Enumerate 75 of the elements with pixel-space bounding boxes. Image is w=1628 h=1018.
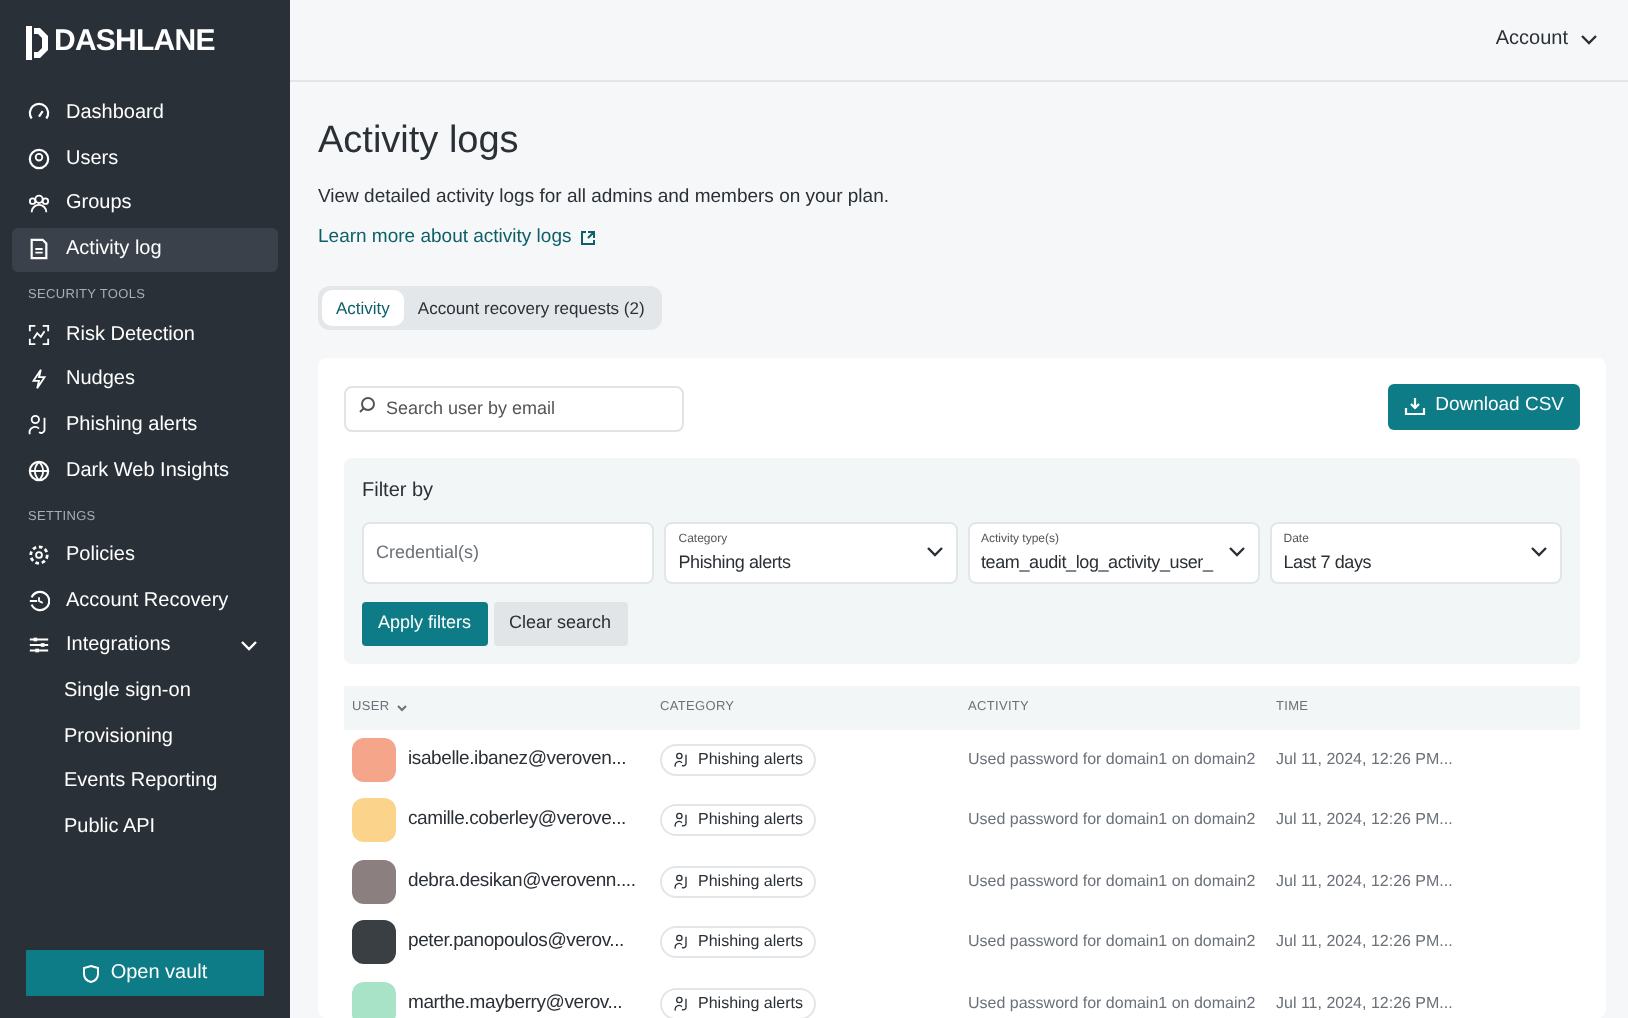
document-icon [28,238,50,261]
history-icon [28,589,50,612]
user-email: peter.panopoulos@verov... [408,928,624,957]
external-link-icon [579,229,596,246]
sidebar-item[interactable]: Dashboard [12,91,278,135]
search-icon [358,396,376,414]
time-text: Jul 11, 2024, 12:26 PM... [1276,869,1455,894]
tab[interactable]: Activity [322,290,404,326]
category-tag: Phishing alerts [660,987,817,1018]
category-tag: Phishing alerts [660,926,817,959]
hook-icon [674,934,690,951]
download-icon [1403,396,1426,417]
user-email: isabelle.ibanez@veroven... [408,745,627,774]
sidebar-item[interactable]: Activity log [12,227,278,272]
chevron-down-icon [1227,546,1246,558]
people-icon [28,192,50,215]
globe-icon [28,459,50,482]
activity-text: Used password for domain1 on domain2 [968,808,1258,833]
hook-icon [674,751,690,768]
page-description: View detailed activity logs for all admins and members on your plan. [318,183,891,211]
hook-icon [674,995,690,1012]
time-text: Jul 11, 2024, 12:26 PM... [1276,747,1455,772]
page-title: Activity logs [318,117,521,165]
chevron-down-icon [1530,546,1548,558]
activity-text: Used password for domain1 on domain2 [968,747,1258,772]
gear-icon [28,544,50,566]
user-email: debra.desikan@verovenn.... [408,867,636,896]
search-field[interactable]: Search user by email [344,385,684,431]
sidebar-item[interactable]: Risk Detection [12,312,278,356]
sidebar-item[interactable]: Nudges [12,357,278,402]
sliders-icon [28,634,50,657]
activity-text: Used password for domain1 on domain2 [968,991,1258,1016]
download-csv-button[interactable]: Download CSV [1387,383,1580,430]
learn-more-link[interactable]: Learn more about activity logs [318,223,596,252]
open-vault-button[interactable]: Open vault [26,950,264,996]
sidebar-item[interactable]: Policies [12,533,278,577]
sidebar-subitem[interactable]: Single sign-on [12,669,278,714]
sidebar-subitem[interactable]: Provisioning [12,714,278,759]
sidebar-item[interactable]: Dark Web Insights [12,448,278,493]
time-text: Jul 11, 2024, 12:26 PM... [1276,930,1455,955]
time-text: Jul 11, 2024, 12:26 PM... [1276,808,1455,833]
tab[interactable]: Account recovery requests (2) [403,290,659,326]
lightning-icon [28,368,50,391]
apply-filters-button[interactable]: Apply filters [362,601,488,645]
sidebar-subitem[interactable]: Events Reporting [12,759,278,804]
sidebar-item[interactable]: Account Recovery [12,578,278,623]
category-tag: Phishing alerts [660,865,817,898]
filter-title: Filter by [362,477,436,505]
clear-search-button[interactable]: Clear search [493,601,628,645]
category-tag: Phishing alerts [660,804,817,837]
user-email: marthe.mayberry@verov... [408,989,623,1018]
scan-icon [28,323,50,345]
gauge-icon [28,102,50,124]
activity-text: Used password for domain1 on domain2 [968,930,1258,955]
hook-icon [674,812,690,829]
chevron-down-icon [925,546,943,558]
hook-icon [28,413,50,436]
user-circle-icon [28,147,50,170]
sidebar-item[interactable]: Groups [12,181,278,226]
sidebar-subitem[interactable]: Public API [12,805,278,850]
sidebar-item[interactable]: Integrations [12,623,278,668]
sidebar-item[interactable]: Phishing alerts [12,402,278,447]
category-tag: Phishing alerts [660,743,817,776]
activity-text: Used password for domain1 on domain2 [968,869,1258,894]
credentials-field[interactable]: Credential(s) [362,521,655,583]
time-text: Jul 11, 2024, 12:26 PM... [1276,991,1455,1016]
shield-icon [82,963,101,983]
hook-icon [674,873,690,890]
chevron-down-icon [1580,33,1598,46]
logo-text: DASHLANE [54,22,215,62]
logo-icon [26,25,48,60]
user-email: camille.coberley@verove... [408,806,626,835]
account-menu[interactable]: Account [1495,24,1598,55]
sidebar-item[interactable]: Users [12,136,278,181]
sort-icon [395,703,408,711]
